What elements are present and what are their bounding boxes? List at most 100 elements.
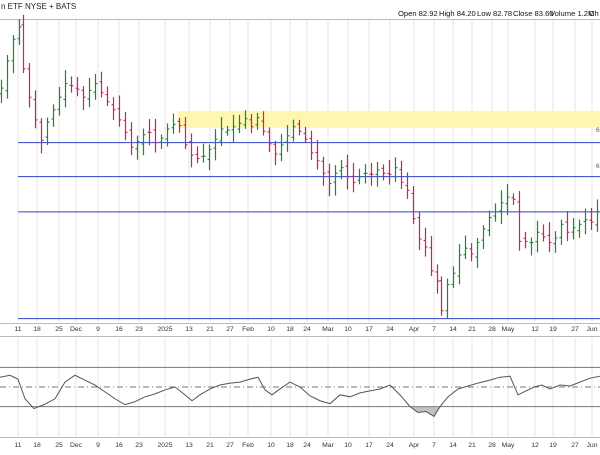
- x-tick-label: 24: [386, 326, 394, 333]
- ohlc-bar: [111, 97, 116, 121]
- x-tick-label-lower: 18: [286, 442, 294, 449]
- x-tick-label-lower: Feb: [242, 442, 254, 449]
- low-value: Low 82.78: [477, 9, 512, 18]
- ohlc-bar: [123, 111, 128, 141]
- ohlc-bar: [5, 54, 10, 99]
- x-tick-label-lower: 19: [549, 442, 557, 449]
- x-tick-label: Feb: [242, 326, 254, 333]
- ohlc-bar: [81, 86, 86, 111]
- ohlc-bar: [279, 133, 284, 162]
- ohlc-bar: [481, 225, 486, 250]
- ohlc-bar: [541, 224, 546, 242]
- x-axis-lower: 11 18 25 Dec 9 16 23 2025 13 21 27 Feb 10 18 24 Mar 10 17…: [14, 442, 597, 449]
- ohlc-bar: [285, 125, 290, 152]
- ohlc-bar: [45, 117, 50, 146]
- x-tick-label: 11: [14, 326, 21, 333]
- ohlc-bar: [105, 86, 110, 107]
- ohlc-bar: [435, 264, 440, 294]
- ohlc-bar: [381, 164, 386, 181]
- x-tick-label: 18: [286, 326, 294, 333]
- x-tick-label: Dec: [70, 326, 83, 333]
- ohlc-bar: [11, 35, 16, 74]
- price-chart: n ETF NYSE + BATS Open 82.92 High 84.20 …: [0, 2, 600, 449]
- x-tick-label: 13: [185, 326, 193, 333]
- x-tick-label-lower: 14: [449, 442, 457, 449]
- ohlc-bar: [57, 86, 62, 116]
- horizontal-lines: [18, 142, 600, 320]
- x-tick-label: 10: [267, 326, 275, 333]
- ohlc-bar: [345, 154, 350, 190]
- ohlc-bar: [273, 140, 278, 166]
- ohlc-bar: [309, 130, 314, 161]
- ohlc-bar: [99, 71, 104, 98]
- x-tick-label: Apr: [409, 326, 420, 333]
- x-tick-label-lower: May: [502, 442, 515, 449]
- ohlc-bar: [387, 159, 392, 185]
- ohlc-bar: [583, 208, 588, 235]
- x-tick-label: 18: [33, 326, 41, 333]
- chart-window: n ETF NYSE + BATS Open 82.92 High 84.20 …: [0, 0, 600, 450]
- x-tick-label: May: [502, 326, 515, 333]
- x-tick-label-lower: 10: [267, 442, 275, 449]
- ohlc-bar: [423, 227, 428, 257]
- ohlc-bar: [195, 146, 200, 164]
- x-tick-label-lower: 21: [206, 442, 214, 449]
- ohlc-bar: [0, 79, 4, 103]
- x-tick-label-lower: 2025: [157, 442, 172, 449]
- x-tick-label: 24: [303, 326, 311, 333]
- ohlc-bar: [589, 207, 594, 231]
- x-tick-label: 16: [115, 326, 123, 333]
- ohlc-bar: [21, 14, 26, 74]
- x-tick-label-lower: 24: [386, 442, 394, 449]
- open-value: Open 82.92: [398, 9, 438, 18]
- ohlc-bar: [439, 276, 444, 316]
- x-tick-label: 10: [344, 326, 352, 333]
- ohlc-bar: [517, 191, 522, 251]
- ohlc-bar: [351, 162, 356, 193]
- x-tick-label-lower: 23: [135, 442, 143, 449]
- high-value: High 84.20: [439, 9, 476, 18]
- x-tick-label: Jun: [587, 326, 598, 333]
- ohlc-bar: [117, 95, 122, 127]
- x-tick-label: 19: [549, 326, 557, 333]
- x-tick-label-lower: Apr: [409, 442, 420, 449]
- ohlc-bar: [399, 160, 404, 189]
- ohlc-bar: [207, 144, 212, 171]
- ohlc-bar: [493, 203, 498, 222]
- ohlc-bar: [445, 278, 450, 319]
- resistance-zone: [178, 110, 600, 128]
- x-tick-label: 23: [135, 326, 143, 333]
- x-tick-label-lower: Dec: [70, 442, 83, 449]
- x-tick-label-lower: 12: [531, 442, 539, 449]
- x-tick-label: Mar: [322, 326, 334, 333]
- close-value: Close 83.60: [513, 9, 554, 18]
- right-edge-label-1: 6: [596, 127, 600, 134]
- x-tick-label-lower: 25: [55, 442, 63, 449]
- ohlc-bar: [315, 139, 320, 170]
- ohlc-bar: [189, 133, 194, 168]
- ohlc-bar: [457, 244, 462, 285]
- x-tick-label: 2025: [157, 326, 172, 333]
- ohlc-bar: [93, 74, 98, 100]
- ohlc-bar: [63, 70, 68, 108]
- x-tick-label: 27: [226, 326, 234, 333]
- x-tick-label-lower: 27: [571, 442, 579, 449]
- ohlc-bar: [363, 164, 368, 184]
- x-tick-label-lower: 18: [33, 442, 41, 449]
- ohlc-bar: [69, 76, 74, 93]
- x-tick-label: 27: [571, 326, 579, 333]
- ohlc-bar: [147, 118, 152, 146]
- ohlc-bar: [523, 231, 528, 249]
- ohlc-bar: [463, 235, 468, 260]
- ohlc-bar: [559, 219, 564, 245]
- x-tick-label-lower: 11: [14, 442, 21, 449]
- x-tick-label-lower: 27: [226, 442, 234, 449]
- x-tick-label: 12: [531, 326, 539, 333]
- ohlc-bar: [369, 162, 374, 186]
- ohlc-bar: [451, 266, 456, 289]
- ohlc-bar: [159, 134, 164, 149]
- x-tick-label: 25: [55, 326, 63, 333]
- ohlc-bar: [469, 243, 474, 262]
- ohlc-bar: [487, 210, 492, 237]
- ohlc-bar: [475, 237, 480, 268]
